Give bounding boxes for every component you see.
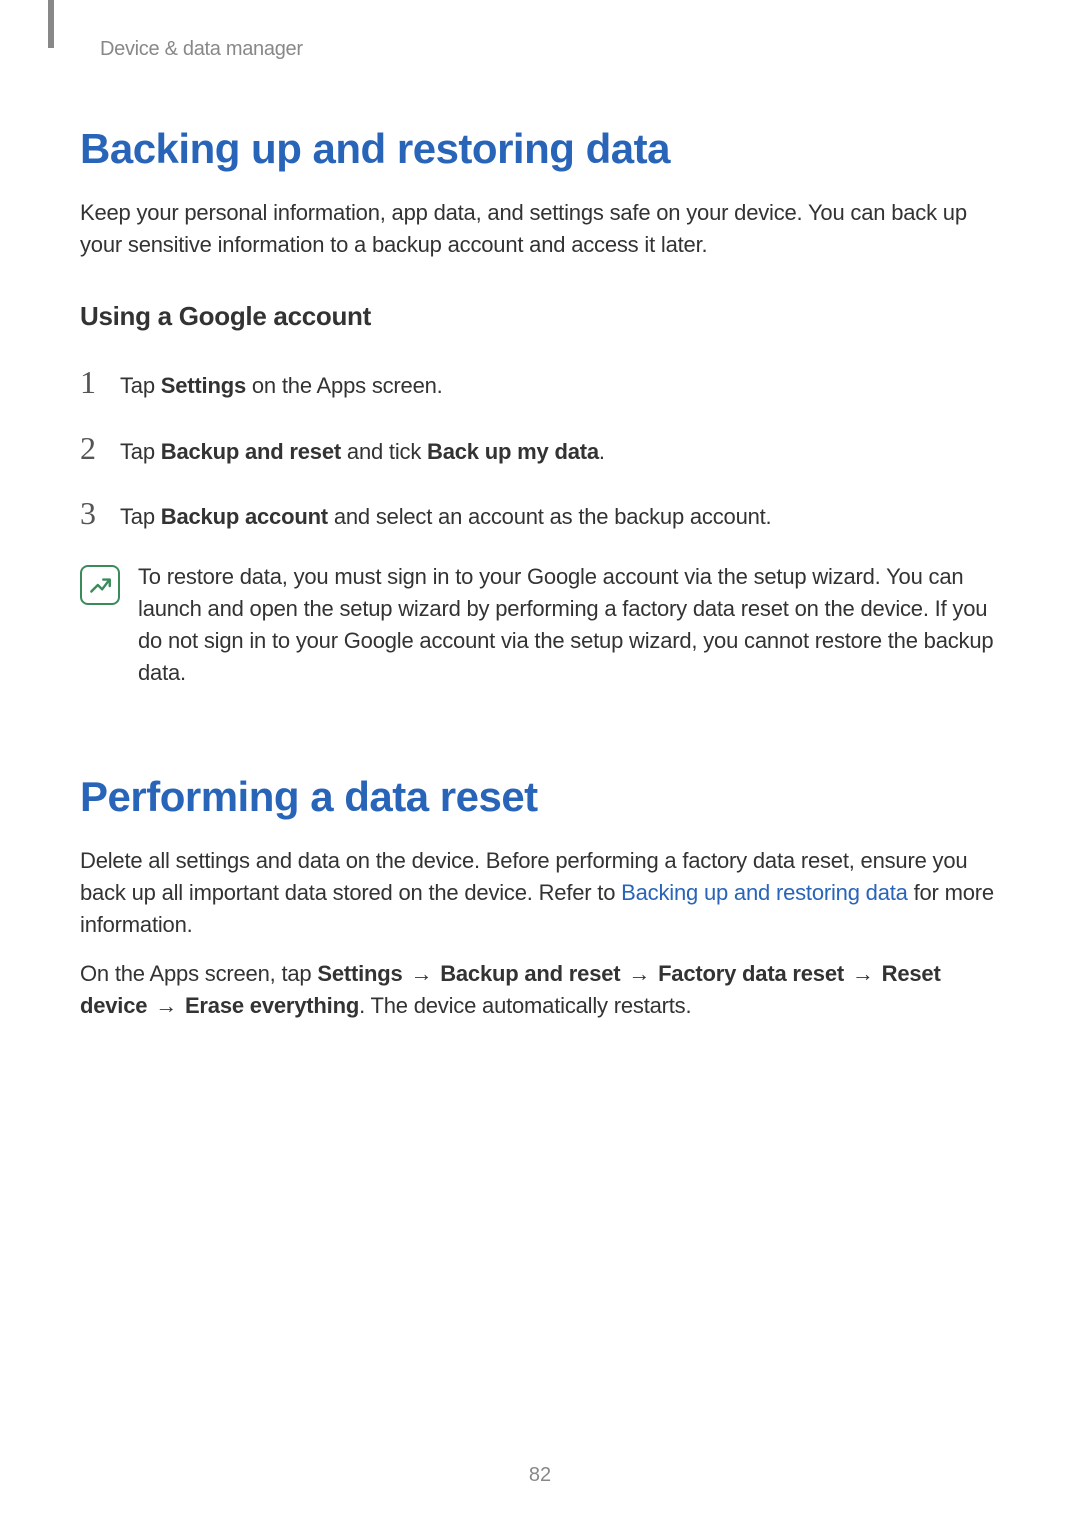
page-number: 82 (0, 1464, 1080, 1487)
note-callout: To restore data, you must sign in to you… (80, 561, 1000, 689)
section-title-reset: Performing a data reset (80, 773, 1000, 821)
reset-intro-text: Delete all settings and data on the devi… (80, 845, 1000, 941)
header-accent-bar (48, 0, 54, 48)
section-title-backup: Backing up and restoring data (80, 125, 1000, 173)
note-text: To restore data, you must sign in to you… (138, 561, 1000, 689)
google-account-subheading: Using a Google account (80, 301, 1000, 332)
link-backing-up[interactable]: Backing up and restoring data (621, 880, 908, 905)
step-number: 3 (80, 495, 120, 532)
note-icon (80, 565, 120, 605)
step-1: 1 Tap Settings on the Apps screen. (80, 364, 1000, 402)
backup-intro-text: Keep your personal information, app data… (80, 197, 1000, 261)
step-text: Tap Backup and reset and tick Back up my… (120, 437, 605, 468)
step-2: 2 Tap Backup and reset and tick Back up … (80, 430, 1000, 468)
step-3: 3 Tap Backup account and select an accou… (80, 495, 1000, 533)
reset-path-text: On the Apps screen, tap Settings → Backu… (80, 958, 1000, 1022)
step-text: Tap Backup account and select an account… (120, 502, 771, 533)
step-number: 2 (80, 430, 120, 467)
breadcrumb: Device & data manager (100, 38, 1000, 61)
step-number: 1 (80, 364, 120, 401)
step-text: Tap Settings on the Apps screen. (120, 371, 443, 402)
steps-list: 1 Tap Settings on the Apps screen. 2 Tap… (80, 364, 1000, 533)
